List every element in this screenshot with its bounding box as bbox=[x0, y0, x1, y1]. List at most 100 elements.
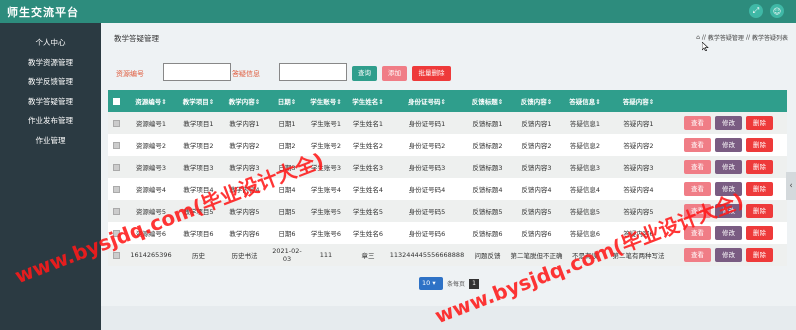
col-teaching-content[interactable]: 教学内容⇕ bbox=[220, 90, 269, 112]
col-id-number[interactable]: 身份证号码⇕ bbox=[389, 90, 465, 112]
delete-button[interactable]: 删除 bbox=[746, 182, 773, 196]
col-feedback-title[interactable]: 反馈标题⇕ bbox=[465, 90, 510, 112]
table-row: 资源编号5 教学项目5 教学内容5 日期5 学生账号5 学生姓名5 身份证号码5 反馈标题5 反… bbox=[108, 200, 787, 222]
delete-button[interactable]: 删除 bbox=[746, 248, 773, 262]
col-student-account[interactable]: 学生账号⇕ bbox=[305, 90, 347, 112]
table-row: 资源编号6 教学项目6 教学内容6 日期6 学生账号6 学生姓名6 身份证号码6 反馈标题6 反… bbox=[108, 222, 787, 244]
delete-button[interactable]: 删除 bbox=[746, 226, 773, 240]
col-student-name[interactable]: 学生姓名⇕ bbox=[347, 90, 389, 112]
table-header-row: 资源编号⇕ 教学项目⇕ 教学内容⇕ 日期⇕ 学生账号⇕ 学生姓名⇕ 身份证号码⇕… bbox=[108, 90, 787, 112]
col-qa-info[interactable]: 答疑信息⇕ bbox=[563, 90, 607, 112]
table-cell: 日期1 bbox=[269, 112, 305, 134]
breadcrumb: ⌂ // 教学答疑管理 // 教学答疑列表 bbox=[696, 33, 788, 42]
page-button-current[interactable]: 1 bbox=[469, 278, 480, 289]
resource-id-label: 资源编号 bbox=[116, 70, 144, 78]
mouse-cursor-icon bbox=[702, 42, 709, 51]
edit-button[interactable]: 修改 bbox=[715, 248, 742, 262]
table-cell: 身份证号码2 bbox=[389, 134, 465, 156]
row-checkbox[interactable] bbox=[108, 222, 125, 244]
view-button[interactable]: 查看 bbox=[684, 182, 711, 196]
delete-button[interactable]: 删除 bbox=[746, 138, 773, 152]
table-cell: 答疑信息2 bbox=[563, 134, 607, 156]
table-cell: 反馈标题1 bbox=[465, 112, 510, 134]
view-button[interactable]: 查看 bbox=[684, 204, 711, 218]
table-cell: 答疑内容1 bbox=[607, 112, 670, 134]
add-button[interactable]: 添加 bbox=[382, 66, 407, 81]
col-date[interactable]: 日期⇕ bbox=[269, 90, 305, 112]
edit-button[interactable]: 修改 bbox=[715, 226, 742, 240]
table-cell: 答疑信息1 bbox=[563, 112, 607, 134]
breadcrumb-item-qa-management[interactable]: 教学答疑管理 bbox=[708, 33, 744, 42]
col-qa-content[interactable]: 答疑内容⇕ bbox=[607, 90, 670, 112]
table-cell: 第二笔有两种写法 bbox=[607, 244, 670, 266]
col-feedback-content[interactable]: 反馈内容⇕ bbox=[510, 90, 563, 112]
table-cell: 反馈内容2 bbox=[510, 134, 563, 156]
qa-info-input[interactable] bbox=[279, 63, 347, 81]
delete-button[interactable]: 删除 bbox=[746, 204, 773, 218]
delete-button[interactable]: 删除 bbox=[746, 116, 773, 130]
table-cell: 教学内容4 bbox=[220, 178, 269, 200]
view-button[interactable]: 查看 bbox=[684, 226, 711, 240]
table-cell: 反馈标题2 bbox=[465, 134, 510, 156]
table-cell: 教学项目3 bbox=[177, 156, 220, 178]
table-cell: 学生姓名2 bbox=[347, 134, 389, 156]
table-cell: 答疑内容6 bbox=[607, 222, 670, 244]
table-cell: 第二笔脱但不正确 bbox=[510, 244, 563, 266]
page-size-select[interactable]: 10 ▾ bbox=[419, 277, 443, 290]
edit-button[interactable]: 修改 bbox=[715, 204, 742, 218]
row-checkbox[interactable] bbox=[108, 200, 125, 222]
row-checkbox[interactable] bbox=[108, 178, 125, 200]
table-cell: 答疑信息6 bbox=[563, 222, 607, 244]
sidebar-item-homework-publish[interactable]: 作业发布管理 bbox=[0, 111, 101, 131]
scroll-right-icon[interactable]: ‹ bbox=[786, 172, 796, 200]
query-button[interactable]: 查询 bbox=[352, 66, 377, 81]
table-cell: 教学项目5 bbox=[177, 200, 220, 222]
top-header: 师生交流平台 ⤢ ☺ bbox=[0, 0, 796, 23]
row-checkbox[interactable] bbox=[108, 244, 125, 266]
table-cell: 章三 bbox=[347, 244, 389, 266]
edit-button[interactable]: 修改 bbox=[715, 116, 742, 130]
sidebar-item-teaching-feedback[interactable]: 教学反馈管理 bbox=[0, 72, 101, 92]
edit-button[interactable]: 修改 bbox=[715, 160, 742, 174]
table-row: 资源编号3 教学项目3 教学内容3 日期3 学生账号3 学生姓名3 身份证号码3 反馈标题3 反… bbox=[108, 156, 787, 178]
select-all-checkbox[interactable] bbox=[108, 90, 125, 112]
view-button[interactable]: 查看 bbox=[684, 138, 711, 152]
view-button[interactable]: 查看 bbox=[684, 248, 711, 262]
row-checkbox[interactable] bbox=[108, 156, 125, 178]
table-cell: 反馈内容5 bbox=[510, 200, 563, 222]
table-cell: 教学项目4 bbox=[177, 178, 220, 200]
table-cell: 1614265396 bbox=[125, 244, 177, 266]
user-icon[interactable]: ☺ bbox=[770, 4, 784, 18]
table-cell: 学生姓名5 bbox=[347, 200, 389, 222]
view-button[interactable]: 查看 bbox=[684, 116, 711, 130]
sidebar-item-profile[interactable]: 个人中心 bbox=[0, 33, 101, 53]
table-cell: 反馈内容1 bbox=[510, 112, 563, 134]
table-cell: 反馈内容4 bbox=[510, 178, 563, 200]
home-icon[interactable]: ⌂ bbox=[696, 34, 700, 41]
table-cell: 111 bbox=[305, 244, 347, 266]
table-cell: 历史书法 bbox=[220, 244, 269, 266]
resource-id-input[interactable] bbox=[163, 63, 231, 81]
edit-button[interactable]: 修改 bbox=[715, 182, 742, 196]
footer-area bbox=[101, 306, 796, 330]
table-cell: 学生账号3 bbox=[305, 156, 347, 178]
batch-delete-button[interactable]: 批量删除 bbox=[412, 66, 451, 81]
edit-button[interactable]: 修改 bbox=[715, 138, 742, 152]
expand-icon[interactable]: ⤢ bbox=[749, 4, 763, 18]
table-cell: 资源编号1 bbox=[125, 112, 177, 134]
table-cell: 答疑内容2 bbox=[607, 134, 670, 156]
sidebar-item-homework[interactable]: 作业管理 bbox=[0, 131, 101, 151]
row-checkbox[interactable] bbox=[108, 134, 125, 156]
delete-button[interactable]: 删除 bbox=[746, 160, 773, 174]
row-checkbox[interactable] bbox=[108, 112, 125, 134]
sidebar: 个人中心 教学资源管理 教学反馈管理 教学答疑管理 作业发布管理 作业管理 bbox=[0, 23, 101, 330]
table-cell: 教学内容5 bbox=[220, 200, 269, 222]
col-resource-id[interactable]: 资源编号⇕ bbox=[125, 90, 177, 112]
sidebar-item-teaching-qa[interactable]: 教学答疑管理 bbox=[0, 92, 101, 112]
col-teaching-item[interactable]: 教学项目⇕ bbox=[177, 90, 220, 112]
table-cell: 教学内容3 bbox=[220, 156, 269, 178]
sidebar-item-teaching-resources[interactable]: 教学资源管理 bbox=[0, 53, 101, 73]
view-button[interactable]: 查看 bbox=[684, 160, 711, 174]
pagination: 10 ▾ 条每页 1 bbox=[419, 277, 480, 290]
app-title: 师生交流平台 bbox=[7, 6, 79, 19]
